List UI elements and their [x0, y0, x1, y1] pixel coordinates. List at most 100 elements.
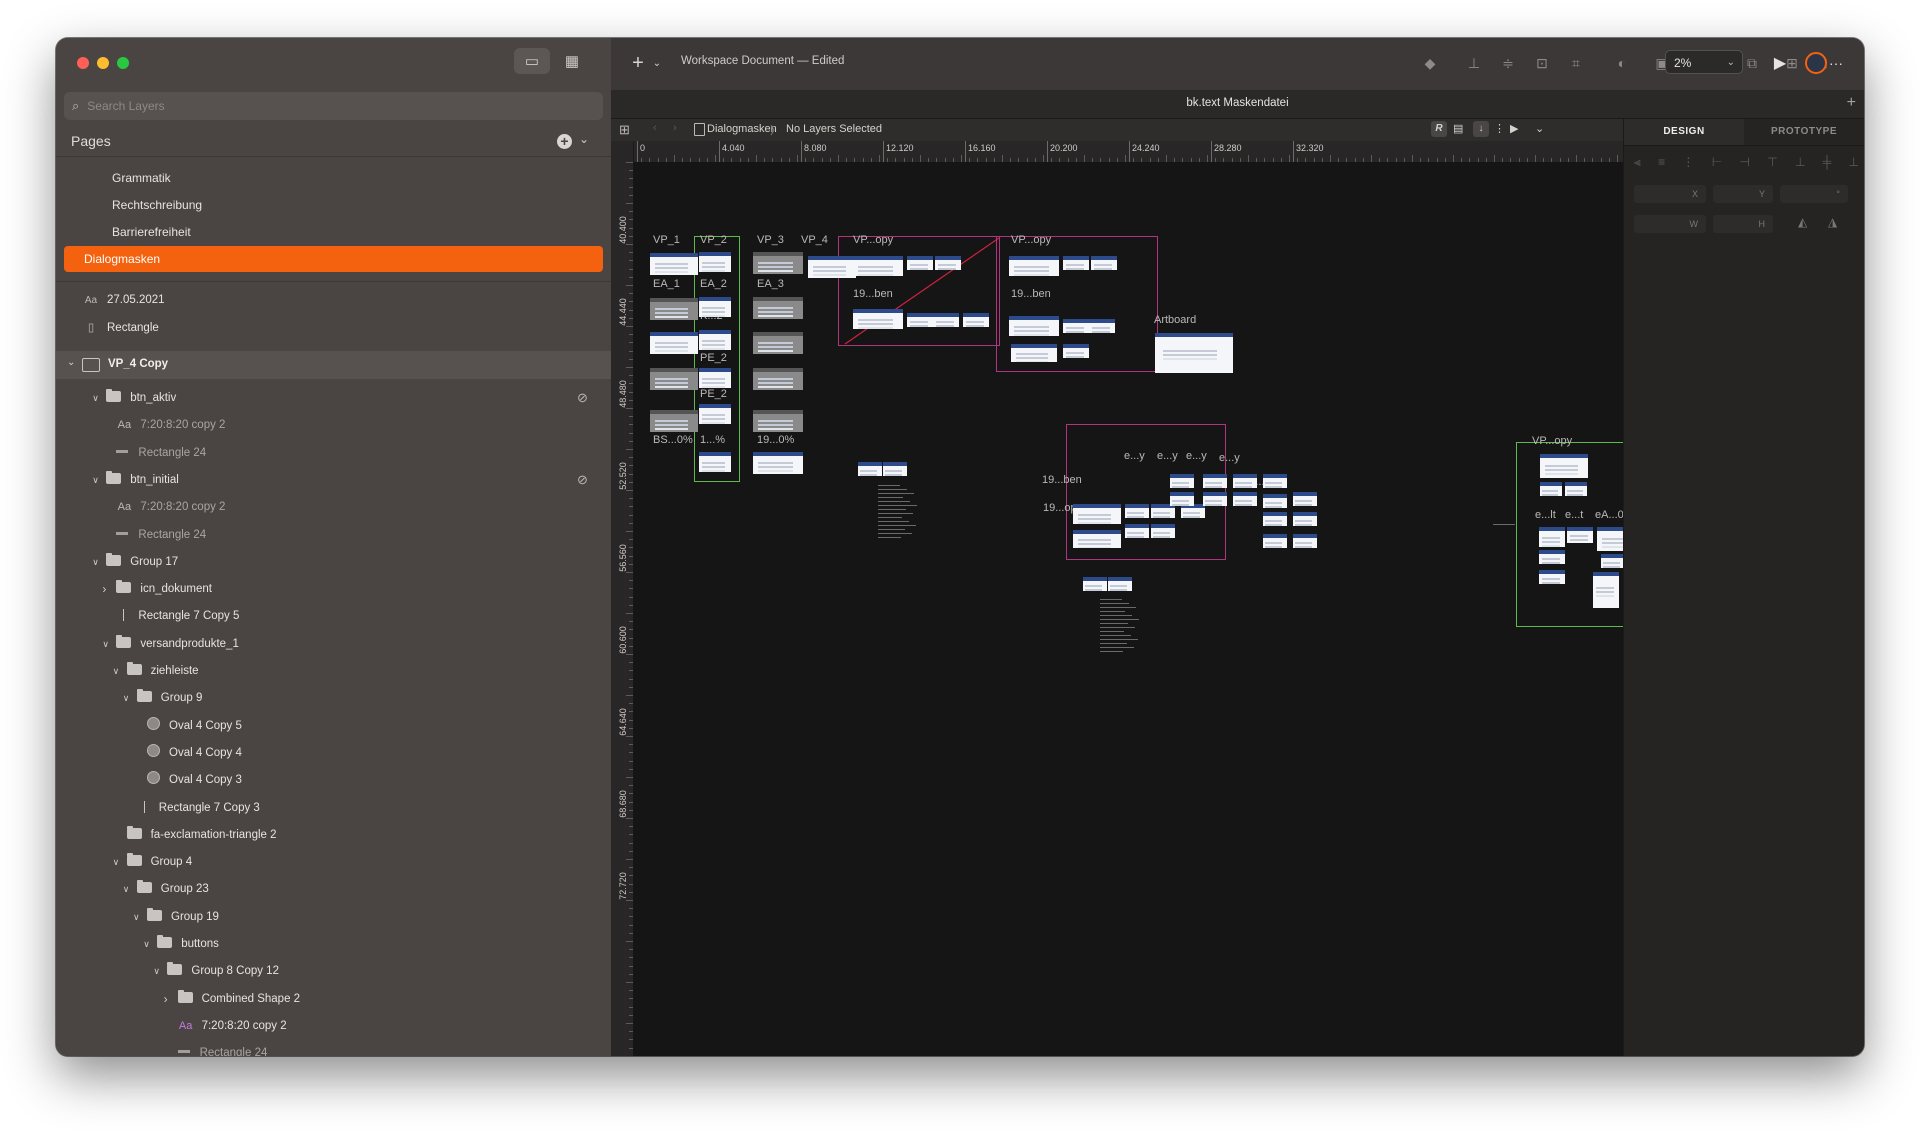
artboard-thumbnail[interactable]	[1593, 572, 1619, 608]
layer-item[interactable]: Oval 4 Copy 3	[147, 768, 242, 792]
artboard-thumbnail[interactable]	[1125, 504, 1149, 518]
layer-item[interactable]: Aa 27.05.2021	[83, 288, 165, 312]
chevron-down-icon[interactable]: ⌄	[579, 132, 589, 146]
layer-item[interactable]: Rectangle 24	[116, 523, 206, 547]
layer-item[interactable]: Rectangle 24	[177, 1041, 267, 1056]
flatten-icon[interactable]: ⌗	[1565, 52, 1587, 74]
chevron-down-icon[interactable]: ∨	[133, 905, 140, 929]
artboard-thumbnail[interactable]	[1567, 527, 1593, 543]
artboard-thumbnail[interactable]	[1539, 527, 1565, 547]
chevron-down-icon[interactable]: ∨	[102, 632, 109, 656]
y-field[interactable]: Y	[1713, 185, 1773, 203]
page-item-barrierefreiheit[interactable]: Barrierefreiheit	[64, 219, 603, 245]
forward-arrow-icon[interactable]: ›	[673, 122, 677, 134]
height-field[interactable]: H	[1713, 215, 1773, 233]
flip-vertical-icon[interactable]: ◮	[1828, 215, 1837, 229]
artboard-thumbnail[interactable]	[1293, 534, 1317, 548]
artboard-thumbnail[interactable]	[1597, 527, 1623, 551]
artboard-thumbnail[interactable]	[699, 297, 731, 317]
artboard-thumbnail[interactable]	[650, 368, 698, 390]
page-item-rechtschreibung[interactable]: Rechtschreibung	[64, 192, 603, 218]
artboard-thumbnail[interactable]	[808, 256, 856, 278]
zoom-window-button[interactable]	[117, 57, 129, 69]
artboard-thumbnail[interactable]	[1181, 504, 1205, 518]
artboard-thumbnail[interactable]	[1073, 530, 1121, 548]
chevron-down-icon[interactable]: ∨	[123, 877, 130, 901]
artboard-label[interactable]: eA...0%	[1595, 509, 1623, 521]
chevron-down-icon[interactable]: ∨	[143, 932, 150, 956]
flip-horizontal-icon[interactable]: ◭	[1798, 215, 1807, 229]
artboard-thumbnail[interactable]	[650, 410, 698, 432]
grid-view-icon[interactable]: ⊞	[619, 122, 630, 138]
layer-item[interactable]: ∨ Group 23	[123, 877, 209, 901]
x-field[interactable]: X	[1634, 185, 1706, 203]
layer-item[interactable]: › Combined Shape 2	[164, 987, 300, 1011]
more-vertical-icon[interactable]: ⋮	[1682, 155, 1694, 175]
components-grid-icon[interactable]: ▦	[554, 48, 590, 74]
more-vertical-icon[interactable]: ⋮	[1494, 122, 1505, 135]
artboard-thumbnail[interactable]	[933, 313, 959, 327]
artboard-label[interactable]: e...y	[1219, 452, 1240, 464]
align-bottom-icon[interactable]: ⊥	[1463, 52, 1485, 74]
mask-icon[interactable]: ◐	[1611, 52, 1633, 74]
artboard-label[interactable]: VP_2	[700, 234, 727, 246]
layer-item[interactable]: ∨ Group 9	[123, 686, 202, 710]
canvas[interactable]: VP_1VP_2VP_3VP_4EA_1EA_2EA_3K...2PE_2PE_…	[633, 162, 1623, 1056]
page-item-dialogmasken[interactable]: Dialogmasken	[64, 246, 603, 272]
tab-prototype[interactable]: PROTOTYPE	[1744, 119, 1864, 145]
artboard-thumbnail[interactable]	[1263, 494, 1287, 508]
layer-item[interactable]: ∨ Group 4	[113, 850, 192, 874]
artboard-thumbnail[interactable]	[753, 368, 803, 390]
artboard-label[interactable]: e...y	[1186, 450, 1207, 462]
layer-item[interactable]: Aa 7:20:8:20 copy 2	[178, 1014, 287, 1038]
artboard-thumbnail[interactable]	[753, 252, 803, 274]
breadcrumb-page[interactable]: Dialogmasken	[707, 123, 777, 135]
add-page-icon[interactable]: +	[557, 134, 572, 149]
artboard-label[interactable]: PE_2	[700, 388, 727, 400]
chevron-down-icon[interactable]: ∨	[123, 686, 130, 710]
chevron-down-icon[interactable]: ∨	[92, 386, 99, 410]
artboard-thumbnail[interactable]	[1565, 482, 1587, 496]
artboard-thumbnail[interactable]	[1155, 333, 1233, 373]
avatar[interactable]	[1805, 52, 1827, 74]
layer-item[interactable]: ∨ Group 19	[133, 905, 219, 929]
align-bottom-icon[interactable]: ⊥	[1849, 155, 1859, 175]
layer-item[interactable]: ▯ Rectangle	[83, 316, 159, 340]
artboard-thumbnail[interactable]	[853, 309, 903, 329]
artboard-thumbnail[interactable]	[1089, 319, 1115, 333]
artboard-thumbnail[interactable]	[1125, 524, 1149, 538]
artboard-label[interactable]: BS...0%	[653, 434, 693, 446]
new-tab-icon[interactable]: +	[1847, 94, 1856, 112]
artboard-label[interactable]: VP_3	[757, 234, 784, 246]
artboard-thumbnail[interactable]	[1233, 474, 1257, 488]
artboard-label[interactable]: e...y	[1157, 450, 1178, 462]
layer-item[interactable]: ∨ Group 17	[92, 550, 178, 574]
artboard-thumbnail[interactable]	[1293, 492, 1317, 506]
artboard-label[interactable]: 1...%	[700, 434, 725, 446]
artboard-thumbnail[interactable]	[1170, 474, 1194, 488]
artboard-label[interactable]: VP_1	[653, 234, 680, 246]
artboard-label[interactable]: VP...opy	[1532, 435, 1572, 447]
document-tab[interactable]: bk.text Maskendatei	[611, 97, 1864, 109]
layer-item[interactable]: Aa 7:20:8:20 copy 2	[116, 413, 226, 437]
artboard-label[interactable]: e...t	[1565, 509, 1583, 521]
artboard-label[interactable]: VP...opy	[1011, 234, 1051, 246]
artboard-thumbnail[interactable]	[753, 452, 803, 474]
artboard-thumbnail[interactable]	[1011, 344, 1057, 362]
artboard-thumbnail[interactable]	[699, 452, 731, 472]
chevron-right-icon[interactable]: ›	[164, 987, 168, 1011]
artboard-label[interactable]: 19...ben	[853, 288, 893, 300]
subtract-icon[interactable]: ⧉	[1741, 52, 1763, 74]
scale-icon[interactable]: ⊡	[1531, 52, 1553, 74]
artboard-label[interactable]: e...lt	[1535, 509, 1556, 521]
layer-item[interactable]: Oval 4 Copy 4	[147, 741, 242, 765]
artboard-thumbnail[interactable]	[1203, 474, 1227, 488]
create-symbol-icon[interactable]: ◆	[1419, 52, 1441, 74]
artboard-thumbnail[interactable]	[1009, 316, 1059, 336]
layer-list-view-icon[interactable]: ▭	[514, 48, 550, 74]
align-center-icon[interactable]: ≡	[1658, 155, 1665, 175]
tab-design[interactable]: DESIGN	[1624, 119, 1744, 145]
artboard-label[interactable]: VP_4	[801, 234, 828, 246]
layer-item[interactable]: fa-exclamation-triangle 2	[126, 823, 277, 847]
layer-item[interactable]: › icn_dokument	[102, 577, 212, 601]
